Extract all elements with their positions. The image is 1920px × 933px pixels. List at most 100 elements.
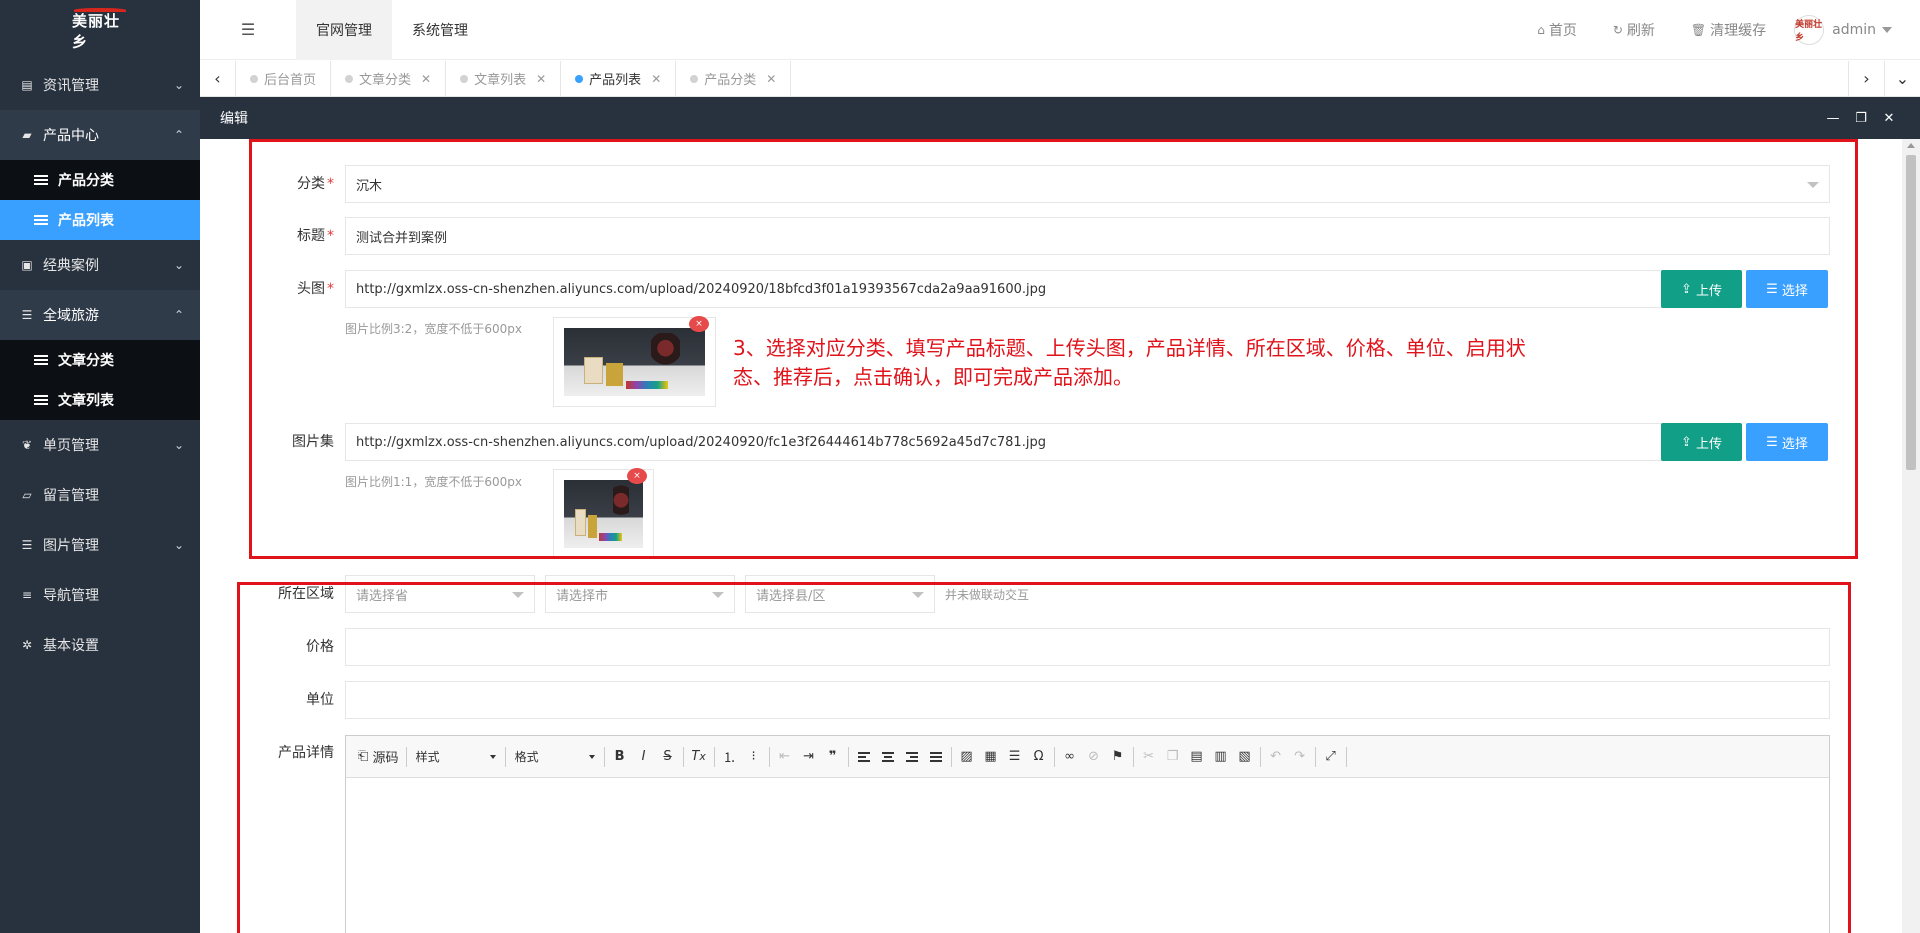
briefcase-icon: ▣ <box>21 258 33 272</box>
sidebar-subitem-article-list[interactable]: 文章列表 <box>0 380 200 420</box>
scroll-thumb[interactable] <box>1906 155 1916 470</box>
annotation-line-2: 态、推荐后，点击确认，即可完成产品添加。 <box>733 365 1133 389</box>
logo-text: 美丽壮乡 <box>72 12 121 51</box>
modal-body: 分类 * 沉木 标题 * 测试合并到案例 头图 * http://gxmlzx.oss… <box>200 139 1920 933</box>
tab-website-management[interactable]: 官网管理 <box>296 0 392 60</box>
tabs-scroll-left-icon[interactable]: ‹ <box>200 61 236 96</box>
chevron-up-icon: ⌃ <box>173 128 184 142</box>
sidebar-subitem-article-category[interactable]: 文章分类 <box>0 340 200 380</box>
chevron-down-icon: ⌄ <box>173 258 184 272</box>
sidebar-item-news[interactable]: ▤ 资讯管理 ⌄ <box>0 60 200 110</box>
tab-dot-icon <box>460 74 469 83</box>
refresh-label: 刷新 <box>1626 22 1655 39</box>
sidebar-item-products[interactable]: ▰ 产品中心 ⌃ <box>0 110 200 160</box>
header-actions: ⌂ 首页 ↻ 刷新 🗑 清理缓存 美丽壮乡 admin <box>1519 0 1920 60</box>
refresh-icon: ↻ <box>1612 22 1623 37</box>
close-icon[interactable]: ✕ <box>1878 111 1900 126</box>
annotation-text: 3、选择对应分类、填写产品标题、上传头图，产品详情、所在区域、价格、单位、启用状… <box>733 334 1526 392</box>
annotation-box-bottom <box>237 582 1851 933</box>
user-menu[interactable]: 美丽壮乡 admin <box>1784 14 1920 45</box>
page-tab-label: 文章分类 <box>359 73 412 88</box>
sidebar-item-cases[interactable]: ▣ 经典案例 ⌄ <box>0 240 200 290</box>
tabs-menu-chevron-down-icon[interactable]: ⌄ <box>1884 61 1920 96</box>
menu-icon: ≡ <box>21 588 33 602</box>
submenu-tourism: 文章分类 文章列表 <box>0 340 200 420</box>
sidebar: 美丽壮乡 ▤ 资讯管理 ⌄ ▰ 产品中心 ⌃ 产品分类 产品列表 ▣ 经典案例 … <box>0 0 200 933</box>
sidebar-item-images[interactable]: ☰ 图片管理 ⌄ <box>0 520 200 570</box>
sidebar-item-messages[interactable]: ▱ 留言管理 <box>0 470 200 520</box>
page-tab-label: 文章列表 <box>474 73 527 88</box>
page-tabs: 后台首页 文章分类 ✕ 文章列表 ✕ 产品列表 ✕ 产品分类 ✕ <box>236 61 1848 96</box>
chevron-down-icon: ⌄ <box>173 78 184 92</box>
sidebar-item-label: 导航管理 <box>43 588 99 604</box>
page-tab-product-category[interactable]: 产品分类 ✕ <box>676 61 792 96</box>
gear-icon: ✲ <box>21 638 33 652</box>
sidebar-subitem-label: 文章分类 <box>58 353 114 369</box>
book-icon: ▱ <box>22 488 32 502</box>
page-tab-label: 产品列表 <box>589 73 642 88</box>
sidebar-item-navigation[interactable]: ≡ 导航管理 <box>0 570 200 620</box>
page-tab-article-list[interactable]: 文章列表 ✕ <box>446 61 562 96</box>
scroll-up-icon[interactable] <box>1907 143 1915 148</box>
avatar: 美丽壮乡 <box>1794 14 1825 45</box>
logo: 美丽壮乡 <box>0 0 200 60</box>
leaf-icon: ❦ <box>21 438 33 452</box>
sidebar-item-label: 留言管理 <box>43 488 99 504</box>
sidebar-subitem-label: 文章列表 <box>58 393 114 409</box>
tab-dot-icon <box>575 74 584 83</box>
tab-dot-icon <box>345 74 354 83</box>
close-icon[interactable]: ✕ <box>421 72 431 86</box>
sidebar-item-label: 资讯管理 <box>43 78 99 94</box>
tab-dot-icon <box>690 74 699 83</box>
sidebar-item-label: 全域旅游 <box>43 308 99 324</box>
sidebar-item-label: 基本设置 <box>43 638 99 654</box>
list-icon: ☰ <box>21 538 33 552</box>
trash-icon: 🗑 <box>1690 22 1707 37</box>
close-icon[interactable]: ✕ <box>536 72 546 86</box>
submenu-products: 产品分类 产品列表 <box>0 160 200 240</box>
modal-scrollbar[interactable] <box>1902 139 1920 933</box>
sidebar-subitem-label: 产品分类 <box>58 173 114 189</box>
annotation-line-1: 3、选择对应分类、填写产品标题、上传头图，产品详情、所在区域、价格、单位、启用状 <box>733 336 1526 360</box>
sidebar-subitem-product-list[interactable]: 产品列表 <box>0 200 200 240</box>
tab-system-management[interactable]: 系统管理 <box>392 0 488 60</box>
sidebar-subitem-product-category[interactable]: 产品分类 <box>0 160 200 200</box>
close-icon[interactable]: ✕ <box>766 72 776 86</box>
list-icon <box>34 395 48 405</box>
page-tab-label: 后台首页 <box>264 73 317 88</box>
sidebar-item-label: 经典案例 <box>43 258 99 274</box>
sidebar-item-label: 图片管理 <box>43 538 99 554</box>
home-label: 首页 <box>1548 22 1577 39</box>
chevron-down-icon: ⌄ <box>173 538 184 552</box>
tabs-scroll-right-icon[interactable]: › <box>1848 61 1884 96</box>
clear-cache-label: 清理缓存 <box>1710 22 1767 39</box>
list-icon <box>34 175 48 185</box>
sidebar-toggle-icon[interactable]: ☰ <box>200 0 296 60</box>
close-icon[interactable]: ✕ <box>651 72 661 86</box>
username: admin <box>1832 21 1876 38</box>
page-tab-article-category[interactable]: 文章分类 ✕ <box>331 61 447 96</box>
sidebar-subitem-label: 产品列表 <box>58 213 114 229</box>
tab-dot-icon <box>250 74 258 83</box>
list-icon <box>34 215 48 225</box>
minimize-icon[interactable]: — <box>1822 111 1844 126</box>
maximize-icon[interactable]: ❐ <box>1850 111 1872 126</box>
clear-cache-link[interactable]: 🗑 清理缓存 <box>1673 20 1784 40</box>
sidebar-item-label: 产品中心 <box>43 128 99 144</box>
page-tab-dashboard[interactable]: 后台首页 <box>236 61 332 96</box>
home-icon: ⌂ <box>1537 22 1545 37</box>
top-header: ☰ 官网管理 系统管理 ⌂ 首页 ↻ 刷新 🗑 清理缓存 美丽壮乡 admin <box>200 0 1920 60</box>
refresh-link[interactable]: ↻ 刷新 <box>1595 20 1673 40</box>
list-icon: ☰ <box>21 308 33 322</box>
bag-icon: ▰ <box>22 128 32 142</box>
caret-down-icon <box>1882 26 1892 33</box>
modal-header: 编辑 — ❐ ✕ <box>200 97 1920 139</box>
home-link[interactable]: ⌂ 首页 <box>1519 20 1595 40</box>
sidebar-item-label: 单页管理 <box>43 438 99 454</box>
sidebar-item-tourism[interactable]: ☰ 全域旅游 ⌃ <box>0 290 200 340</box>
sidebar-item-settings[interactable]: ✲ 基本设置 <box>0 620 200 670</box>
list-icon <box>34 355 48 365</box>
page-tab-product-list[interactable]: 产品列表 ✕ <box>561 61 677 96</box>
sidebar-item-pages[interactable]: ❦ 单页管理 ⌄ <box>0 420 200 470</box>
document-icon: ▤ <box>21 78 33 92</box>
